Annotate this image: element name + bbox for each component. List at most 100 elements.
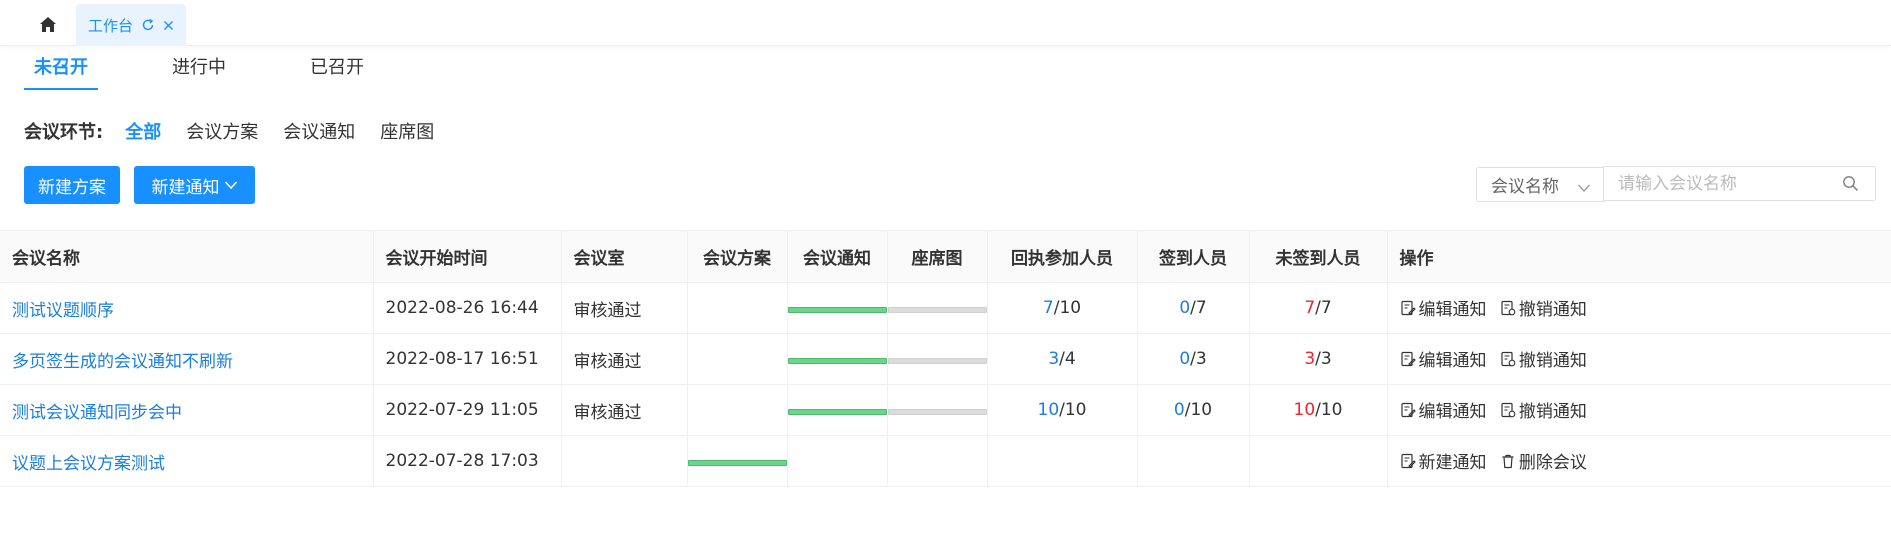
receipt-done[interactable]: 3 — [1048, 349, 1059, 369]
revoke-notice-label: 撤销通知 — [1518, 402, 1587, 423]
top-tab-bar: 工作台 — [0, 0, 1891, 46]
filter-option-notice[interactable]: 会议通知 — [283, 118, 355, 144]
signed-count: 0/10 — [1137, 384, 1250, 436]
filter-option-all[interactable]: 全部 — [125, 118, 161, 144]
receipt-done[interactable]: 10 — [1038, 400, 1060, 420]
revoke-notice-action[interactable]: 撤销通知 — [1500, 295, 1587, 320]
notice-progress-bar-done — [787, 307, 886, 313]
plan-progress-cell — [687, 282, 788, 334]
table-row: 测试议题顺序 2022-08-26 16:44 审核通过 7/10 0/7 7/… — [0, 282, 1891, 334]
header-start-time[interactable]: 会议开始时间 — [373, 230, 562, 283]
seating-progress-cell — [887, 282, 988, 334]
search-icon[interactable] — [1842, 175, 1859, 197]
seating-progress-cell — [887, 384, 988, 436]
meeting-room-status: 审核通过 — [561, 384, 688, 436]
tab-workbench-label: 工作台 — [88, 16, 134, 35]
meeting-name-link[interactable]: 测试议题顺序 — [12, 301, 114, 321]
receipt-total: /4 — [1059, 349, 1076, 369]
notice-progress-cell — [787, 333, 888, 385]
home-icon[interactable] — [36, 12, 60, 36]
header-not-signed-in[interactable]: 未签到人员 — [1249, 230, 1388, 283]
edit-doc-icon — [1400, 453, 1416, 468]
new-plan-button-label: 新建方案 — [38, 177, 106, 198]
header-meeting-name[interactable]: 会议名称 — [0, 230, 374, 283]
refresh-icon[interactable] — [141, 18, 155, 32]
header-signed-in[interactable]: 签到人员 — [1137, 230, 1250, 283]
header-meeting-plan[interactable]: 会议方案 — [687, 230, 788, 283]
edit-notice-label: 编辑通知 — [1418, 402, 1487, 423]
tab-workbench[interactable]: 工作台 — [76, 4, 187, 46]
signed-done[interactable]: 0 — [1179, 349, 1190, 369]
new-notice-button[interactable]: 新建通知 — [134, 166, 255, 204]
edit-notice-action[interactable]: 编辑通知 — [1400, 346, 1487, 371]
tab-in-progress[interactable]: 进行中 — [162, 54, 236, 90]
filter-option-plan[interactable]: 会议方案 — [186, 118, 258, 144]
table-row: 多页签生成的会议通知不刷新 2022-08-17 16:51 审核通过 3/4 … — [0, 333, 1891, 385]
table-row: 测试会议通知同步会中 2022-07-29 11:05 审核通过 10/10 0… — [0, 384, 1891, 436]
plan-progress-bar-done — [687, 460, 786, 466]
revoke-notice-action[interactable]: 撤销通知 — [1500, 346, 1587, 371]
revoke-notice-action[interactable]: 撤销通知 — [1500, 397, 1587, 422]
edit-notice-action[interactable]: 编辑通知 — [1400, 295, 1487, 320]
signed-done[interactable]: 0 — [1179, 298, 1190, 318]
new-plan-button[interactable]: 新建方案 — [24, 166, 120, 204]
edit-notice-label: 编辑通知 — [1418, 351, 1487, 372]
unsigned-total: /3 — [1315, 349, 1332, 369]
start-time: 2022-08-17 16:51 — [373, 333, 562, 385]
meeting-name-link[interactable]: 多页签生成的会议通知不刷新 — [12, 352, 233, 372]
header-meeting-notice[interactable]: 会议通知 — [787, 230, 888, 283]
actions-cell: 编辑通知 撤销通知 — [1387, 333, 1891, 385]
unsigned-count: 3/3 — [1249, 333, 1388, 385]
notice-progress-cell — [787, 282, 888, 334]
meeting-name-link[interactable]: 测试会议通知同步会中 — [12, 403, 182, 423]
search-field-select-value: 会议名称 — [1491, 177, 1559, 197]
unsigned-count: 10/10 — [1249, 384, 1388, 436]
notice-progress-bar-done — [787, 409, 886, 415]
header-seating-chart[interactable]: 座席图 — [887, 230, 988, 283]
filter-option-seating[interactable]: 座席图 — [380, 118, 434, 144]
receipt-done[interactable]: 7 — [1043, 298, 1054, 318]
unsigned-done[interactable]: 3 — [1304, 349, 1315, 369]
signed-total: /3 — [1190, 349, 1207, 369]
start-time: 2022-07-28 17:03 — [373, 435, 562, 487]
actions-cell: 编辑通知 撤销通知 — [1387, 282, 1891, 334]
filter-label: 会议环节: — [24, 122, 104, 143]
start-time: 2022-08-26 16:44 — [373, 282, 562, 334]
unsigned-count: 7/7 — [1249, 282, 1388, 334]
header-actions: 操作 — [1387, 230, 1891, 283]
delete-meeting-label: 删除会议 — [1518, 453, 1587, 474]
unsigned-done[interactable]: 10 — [1294, 400, 1316, 420]
actions-cell: 新建通知 删除会议 — [1387, 435, 1891, 487]
revoke-notice-label: 撤销通知 — [1518, 300, 1587, 321]
header-meeting-room[interactable]: 会议室 — [561, 230, 688, 283]
search-input[interactable] — [1604, 167, 1834, 200]
new-notice-action[interactable]: 新建通知 — [1400, 448, 1487, 473]
meeting-room-status: 审核通过 — [561, 333, 688, 385]
notice-progress-bar-done — [787, 358, 886, 364]
revoke-doc-icon — [1501, 351, 1516, 367]
tab-finished[interactable]: 已召开 — [300, 54, 374, 90]
search-field-select[interactable]: 会议名称 — [1476, 167, 1604, 202]
meeting-stage-filter: 会议环节: 全部 会议方案 会议通知 座席图 — [24, 118, 459, 144]
search-box — [1603, 166, 1876, 201]
new-notice-label: 新建通知 — [1418, 453, 1487, 474]
signed-done[interactable]: 0 — [1174, 400, 1185, 420]
receipt-total: /10 — [1059, 400, 1087, 420]
delete-meeting-action[interactable]: 删除会议 — [1500, 448, 1587, 473]
receipt-count: 3/4 — [987, 333, 1138, 385]
chevron-down-icon — [1577, 178, 1591, 198]
signed-total: /10 — [1184, 400, 1213, 420]
new-notice-button-label: 新建通知 — [151, 177, 220, 198]
signed-count — [1137, 435, 1250, 487]
revoke-doc-icon — [1501, 402, 1516, 418]
edit-notice-action[interactable]: 编辑通知 — [1400, 397, 1487, 422]
signed-count: 0/7 — [1137, 282, 1250, 334]
edit-doc-icon — [1400, 351, 1416, 366]
unsigned-done[interactable]: 7 — [1304, 298, 1315, 318]
tab-not-started[interactable]: 未召开 — [24, 54, 98, 90]
meeting-name-link[interactable]: 议题上会议方案测试 — [12, 454, 165, 474]
close-icon[interactable] — [163, 20, 174, 31]
header-receipt-attendees[interactable]: 回执参加人员 — [987, 230, 1138, 283]
chevron-down-icon — [224, 175, 238, 195]
edit-doc-icon — [1400, 402, 1416, 417]
